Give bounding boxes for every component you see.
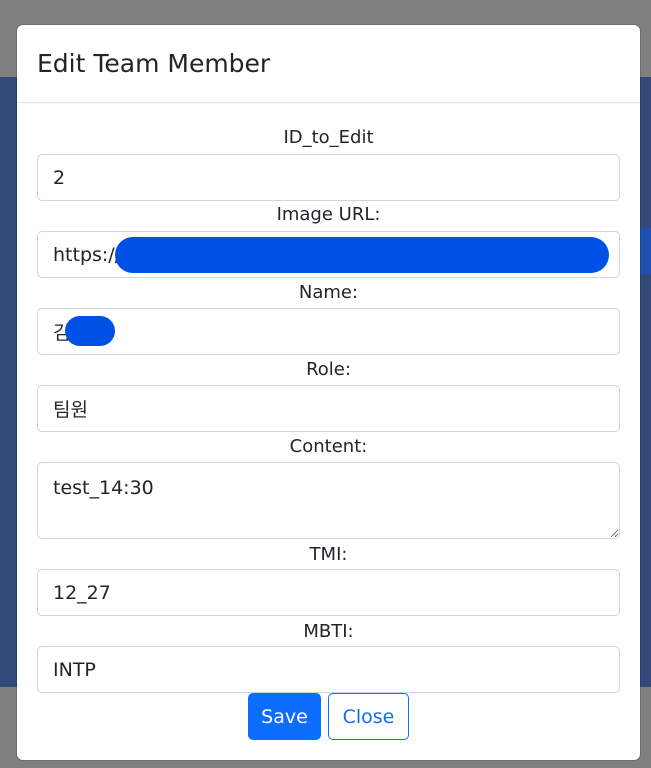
- id-label: ID_to_Edit: [283, 127, 374, 148]
- mbti-input[interactable]: [37, 646, 620, 693]
- save-button[interactable]: Save: [248, 693, 321, 740]
- id-input[interactable]: [37, 154, 620, 201]
- content-textarea[interactable]: test_14:30: [37, 462, 620, 539]
- redaction-mark: [115, 237, 609, 273]
- role-input[interactable]: [37, 385, 620, 432]
- tmi-label: TMI:: [309, 544, 348, 565]
- name-label: Name:: [298, 282, 359, 303]
- image-url-label: Image URL:: [276, 204, 381, 225]
- name-input[interactable]: [37, 308, 620, 355]
- tmi-input[interactable]: [37, 569, 620, 616]
- modal-title: Edit Team Member: [37, 49, 271, 78]
- content-label: Content:: [289, 436, 368, 457]
- edit-team-member-modal: Edit Team Member ID_to_Edit Image URL: N…: [17, 25, 640, 760]
- redaction-mark: [65, 316, 115, 346]
- mbti-label: MBTI:: [303, 621, 354, 642]
- modal-header: Edit Team Member: [17, 25, 640, 103]
- role-label: Role:: [306, 359, 351, 380]
- close-button[interactable]: Close: [328, 693, 409, 740]
